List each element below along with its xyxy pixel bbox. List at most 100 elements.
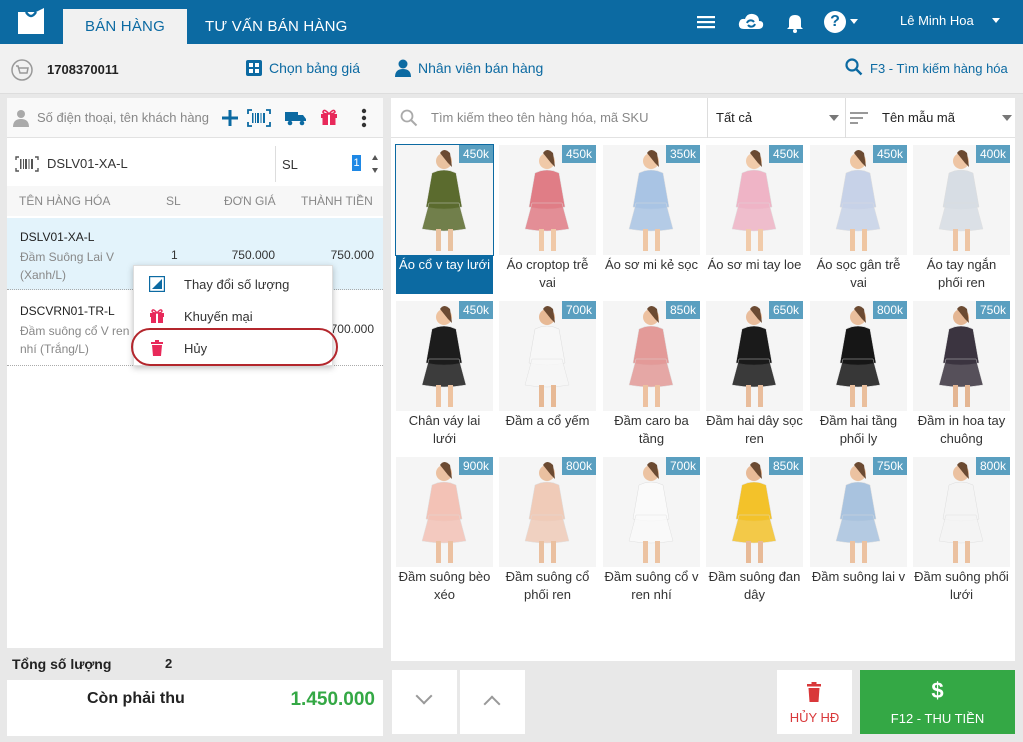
catalog-panel: Tất cả Tên mẫu mã 450kÁo cổ v tay lưới45… <box>391 98 1015 661</box>
search-icon[interactable] <box>845 58 863 76</box>
price-list-icon[interactable] <box>245 59 263 77</box>
category-filter-value: Tất cả <box>716 110 753 125</box>
price-badge: 800k <box>872 301 907 319</box>
col-qty: SL <box>166 194 181 208</box>
collect-payment-button[interactable]: $ F12 - THU TIỀN <box>860 670 1015 734</box>
product-name: Đầm caro ba tầng <box>614 413 689 446</box>
product-card[interactable]: 400k Áo tay ngắn phối ren <box>913 145 1010 295</box>
quantity-stepper[interactable]: SL 1 <box>275 146 383 182</box>
help-icon[interactable]: ? <box>824 11 846 33</box>
product-name: Đầm hai dây sọc ren <box>706 413 803 446</box>
product-card[interactable]: 700k Đầm suông cổ v ren nhí <box>603 457 700 607</box>
add-customer-icon[interactable] <box>221 109 239 127</box>
price-badge: 750k <box>872 457 907 475</box>
product-image: 700k <box>603 457 700 567</box>
user-name[interactable]: Lê Minh Hoa <box>900 13 974 28</box>
stepper-down-icon[interactable] <box>372 168 378 173</box>
sort-value: Tên mẫu mã <box>882 110 955 125</box>
menu-icon[interactable] <box>694 10 718 34</box>
price-badge: 350k <box>665 145 700 163</box>
product-card[interactable]: 800k Đầm suông cổ phối ren <box>499 457 596 607</box>
product-image: 350k <box>603 145 700 255</box>
notification-bell-icon[interactable] <box>783 10 807 34</box>
product-name: Đầm suông phối lưới <box>914 569 1009 602</box>
product-card[interactable]: 450k Chân váy lai lưới <box>396 301 493 451</box>
product-card[interactable]: 350k Áo sơ mi kẻ sọc <box>603 145 700 295</box>
price-list-button[interactable]: Chọn bảng giá <box>269 60 360 76</box>
user-menu-caret-icon[interactable] <box>992 18 1000 23</box>
product-card[interactable]: 450k Áo sọc gân trễ vai <box>810 145 907 295</box>
search-shortcut-link[interactable]: F3 - Tìm kiếm hàng hóa <box>870 61 1008 76</box>
edit-quantity-icon <box>149 276 165 292</box>
info-bar: 1708370011 Chọn bảng giá Nhân viên bán h… <box>0 44 1023 94</box>
price-badge: 850k <box>768 457 803 475</box>
product-card[interactable]: 900k Đầm suông bèo xéo <box>396 457 493 607</box>
scroll-down-button[interactable] <box>392 670 457 734</box>
more-options-icon[interactable] <box>361 108 367 128</box>
chevron-down-icon <box>829 115 839 121</box>
product-card[interactable]: 750k Đầm in hoa tay chuông <box>913 301 1010 451</box>
catalog-toolbar: Tất cả Tên mẫu mã <box>391 98 1015 138</box>
product-image: 450k <box>810 145 907 255</box>
product-image: 750k <box>913 301 1010 411</box>
product-image: 900k <box>396 457 493 567</box>
dollar-icon: $ <box>931 678 944 703</box>
price-badge: 400k <box>975 145 1010 163</box>
chevron-down-icon <box>1002 115 1012 121</box>
product-search-input[interactable] <box>431 110 701 125</box>
category-filter-select[interactable]: Tất cả <box>707 98 845 138</box>
product-card[interactable]: 700k Đầm a cổ yếm <box>499 301 596 451</box>
item-name: Đầm Suông Lai V (Xanh/L) <box>20 250 115 282</box>
sku-row: SL 1 <box>7 146 383 182</box>
product-card[interactable]: 800k Đầm hai tầng phối ly <box>810 301 907 451</box>
trash-icon <box>807 682 821 702</box>
scroll-up-button[interactable] <box>460 670 525 734</box>
product-name: Đầm in hoa tay chuông <box>917 413 1006 446</box>
quantity-value[interactable]: 1 <box>352 155 361 171</box>
gift-icon[interactable] <box>320 108 338 126</box>
tab-sales[interactable]: BÁN HÀNG <box>63 9 187 44</box>
chevron-down-icon <box>415 687 433 705</box>
product-card[interactable]: 850k Đầm suông đan dây <box>706 457 803 607</box>
invoice-code: 1708370011 <box>47 62 119 77</box>
price-badge: 450k <box>458 145 493 163</box>
stepper-up-icon[interactable] <box>372 155 378 160</box>
chevron-down-icon[interactable] <box>850 19 858 24</box>
product-card[interactable]: 450k Áo sơ mi tay loe <box>706 145 803 295</box>
customer-search-input[interactable] <box>37 110 227 125</box>
store-logo-icon[interactable] <box>14 6 48 36</box>
product-card[interactable]: 650k Đầm hai dây sọc ren <box>706 301 803 451</box>
price-badge: 450k <box>458 301 493 319</box>
collect-payment-label: F12 - THU TIỀN <box>890 711 985 726</box>
item-total: 700.000 <box>330 322 374 336</box>
product-card[interactable]: 750k Đầm suông lai v <box>810 457 907 607</box>
item-qty[interactable]: 1 <box>171 248 178 262</box>
cloud-sync-icon[interactable] <box>737 10 765 34</box>
cancel-invoice-label: HỦY HĐ <box>789 710 840 725</box>
sales-staff-icon[interactable] <box>394 58 412 78</box>
cancel-invoice-button[interactable]: HỦY HĐ <box>777 670 852 734</box>
menu-item-change-quantity[interactable]: Thay đổi số lượng <box>134 268 334 300</box>
product-image: 400k <box>913 145 1010 255</box>
cart-panel: SL 1 TÊN HÀNG HÓA SL ĐƠN GIÁ THÀNH TIỀN … <box>7 98 383 648</box>
top-bar: BÁN HÀNG TƯ VẤN BÁN HÀNG ? Lê Minh Hoa <box>0 0 1023 44</box>
barcode-scan-icon[interactable] <box>247 109 271 127</box>
price-badge: 450k <box>561 145 596 163</box>
chevron-up-icon <box>483 695 501 713</box>
product-name: Áo sơ mi kẻ sọc <box>604 257 699 272</box>
sku-input[interactable] <box>47 156 267 171</box>
user-icon <box>13 110 29 127</box>
delivery-truck-icon[interactable] <box>285 110 307 126</box>
sales-staff-button[interactable]: Nhân viên bán hàng <box>418 60 543 76</box>
tab-sales-consult[interactable]: TƯ VẤN BÁN HÀNG <box>183 9 370 44</box>
sort-select[interactable]: Tên mẫu mã <box>845 98 1015 138</box>
price-badge: 700k <box>665 457 700 475</box>
product-card[interactable]: 450k Áo croptop trễ vai <box>499 145 596 295</box>
search-icon <box>400 109 418 127</box>
product-card[interactable]: 450k Áo cổ v tay lưới <box>395 144 494 295</box>
product-card[interactable]: 850k Đầm caro ba tầng <box>603 301 700 451</box>
product-card[interactable]: 800k Đầm suông phối lưới <box>913 457 1010 607</box>
product-name: Áo tay ngắn phối ren <box>926 257 997 290</box>
product-image: 450k <box>706 145 803 255</box>
product-image: 750k <box>810 457 907 567</box>
